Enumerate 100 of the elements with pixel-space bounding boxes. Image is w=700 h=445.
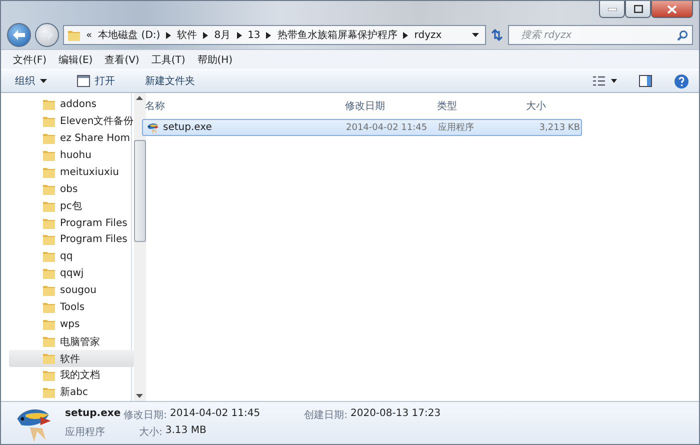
folder-icon (43, 353, 55, 364)
field-value: 2014-04-02 11:45 (170, 408, 260, 420)
folder-tree-item[interactable]: 新abc (9, 384, 134, 401)
breadcrumb[interactable]: 本地磁盘 (D:) (98, 28, 160, 42)
folder-icon (43, 302, 55, 314)
file-name: setup.exe (65, 408, 121, 420)
search-icon (677, 30, 688, 41)
minimize-button[interactable] (599, 1, 625, 18)
folder-tree-item[interactable]: obs (9, 180, 134, 198)
breadcrumb[interactable]: 热带鱼水族箱屏幕保护程序 (277, 28, 398, 42)
folder-icon (43, 218, 55, 229)
folder-icon (43, 285, 55, 296)
folder-tree-item[interactable]: Tools (9, 299, 134, 316)
folder-icon (43, 200, 55, 212)
modified-date: 2014-04-02 11:45 (345, 122, 428, 132)
minimize-icon (608, 8, 616, 10)
folder-tree-item[interactable]: ez Share Hom (9, 130, 134, 147)
address-bar[interactable]: « 本地磁盘 (D:) 软件 8月 13 热带鱼水族箱屏幕保护程序 rdyzx (63, 25, 486, 45)
toolbar-button[interactable]: 组织 (11, 72, 51, 90)
folder-tree-item[interactable]: huohu (9, 146, 134, 164)
menu-item[interactable]: 查看(V) (98, 52, 146, 66)
folder-icon (43, 268, 55, 280)
folder-tree-item[interactable]: addons (9, 96, 134, 113)
folder-tree-item[interactable]: pc包 (9, 198, 134, 215)
menu-item[interactable]: 帮助(H) (191, 52, 239, 66)
folder-tree-item[interactable]: qqwj (9, 265, 134, 282)
folder-name: Tools (60, 302, 85, 314)
folder-name: addons (60, 98, 96, 110)
folder-name: meituxiuxiu (60, 166, 119, 178)
toolbar-button[interactable]: 新建文件夹 (141, 72, 199, 90)
folder-name: sougou (60, 285, 96, 296)
folder-icon (43, 184, 55, 195)
column-header[interactable]: 修改日期 (342, 99, 434, 113)
column-header[interactable]: 名称 (142, 99, 342, 113)
field-value: 3.13 MB (165, 424, 206, 438)
folder-tree-item[interactable]: 软件 (9, 350, 134, 367)
menu-item[interactable]: 文件(F) (7, 52, 53, 66)
chevron-icon (166, 32, 172, 38)
folder-tree-item[interactable]: 我的文档 (9, 367, 134, 384)
folder-icon (43, 166, 55, 178)
folder-tree-item[interactable]: sougou (9, 282, 134, 300)
refresh-icon[interactable] (490, 29, 504, 41)
folder-name: 电脑管家 (60, 336, 100, 349)
help-icon[interactable] (674, 74, 689, 88)
scrollbar-thumb[interactable] (134, 140, 146, 242)
file-name: setup.exe (143, 120, 343, 134)
breadcrumb[interactable]: 13 (248, 30, 260, 40)
folder-name: obs (60, 184, 78, 195)
maximize-button[interactable] (625, 1, 651, 18)
folder-tree-item[interactable]: meituxiuxiu (9, 164, 134, 181)
folder-name: Program Files (60, 234, 128, 246)
view-options-icon[interactable] (593, 76, 617, 86)
toolbar-button[interactable]: 打开 (73, 72, 119, 90)
scrollbar[interactable] (134, 93, 146, 401)
forward-arrow-icon (41, 30, 53, 40)
file-size: 3,213 KB (538, 122, 581, 132)
file-row[interactable]: setup.exe 2014-04-02 11:45 应用程序 3,213 KB (142, 119, 582, 136)
close-icon (667, 4, 677, 14)
search-field[interactable]: 搜索 rdyzx (508, 25, 693, 45)
folder-name: pc包 (60, 200, 82, 214)
dropdown-icon[interactable] (472, 33, 479, 37)
folder-icon (43, 150, 55, 161)
folder-name: ez Share Hom (60, 132, 130, 144)
caret-icon (40, 79, 47, 83)
scroll-up-icon[interactable] (136, 96, 144, 100)
folder-icon (43, 386, 55, 398)
folder-tree-item[interactable]: Program Files (9, 232, 134, 248)
folder-tree-item[interactable]: wps (9, 316, 134, 334)
folder-icon (43, 116, 55, 127)
breadcrumb[interactable]: 8月 (214, 28, 231, 42)
forward-button[interactable] (35, 23, 59, 47)
back-button[interactable] (7, 23, 31, 47)
column-header[interactable]: 大小 (523, 99, 583, 113)
folder-tree-item[interactable]: qq (9, 248, 134, 266)
folder-name: 新abc (60, 386, 88, 400)
maximize-icon (634, 5, 642, 13)
folder-icon (43, 370, 55, 381)
file-type: 应用程序 (65, 426, 105, 438)
menu-item[interactable]: 工具(T) (145, 52, 192, 66)
folder-name: huohu (60, 150, 92, 161)
folder-tree-item[interactable]: Program Files (9, 214, 134, 232)
field-value: 2020-08-13 17:23 (350, 408, 441, 420)
folder-icon (43, 251, 55, 262)
close-button[interactable] (651, 1, 693, 18)
field-label: 创建日期: (304, 408, 348, 422)
menu-item[interactable]: 编辑(E) (52, 52, 99, 66)
folder-tree-item[interactable]: 电脑管家 (9, 333, 134, 350)
column-header[interactable]: 类型 (434, 99, 523, 113)
overflow-chevron[interactable]: « (86, 30, 92, 40)
folder-name: 我的文档 (60, 368, 100, 382)
chevron-icon (236, 32, 242, 38)
folder-name: Eleven文件备份 (60, 114, 134, 128)
preview-pane-icon[interactable] (639, 75, 652, 87)
scroll-down-icon[interactable] (136, 394, 144, 398)
folder-name: qqwj (60, 268, 84, 280)
breadcrumb[interactable]: rdyzx (414, 30, 442, 40)
folder-icon (43, 336, 55, 348)
chevron-icon (203, 32, 208, 38)
folder-tree-item[interactable]: Eleven文件备份 (9, 112, 134, 130)
breadcrumb[interactable]: 软件 (177, 28, 198, 42)
